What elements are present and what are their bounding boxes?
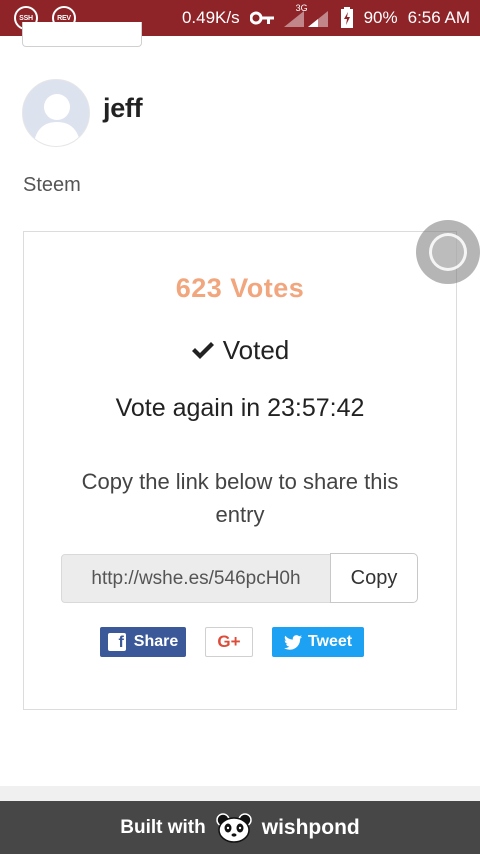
built-with-label: Built with: [120, 816, 206, 838]
tweet-label: Tweet: [307, 633, 353, 650]
vote-again-timer: Vote again in 23:57:42: [115, 394, 365, 422]
key-icon: [249, 11, 274, 25]
footer[interactable]: Built with wishpond: [0, 801, 480, 854]
copy-button[interactable]: Copy: [330, 553, 418, 603]
facebook-share-label: Share: [133, 633, 179, 650]
battery-charging-icon: [340, 7, 354, 29]
previous-button[interactable]: [22, 22, 142, 47]
twitter-share-button[interactable]: Tweet: [272, 627, 364, 657]
floating-assistive-button[interactable]: [416, 220, 480, 284]
battery-level: 90%: [363, 8, 398, 27]
assistive-touch-icon: [429, 233, 467, 271]
voted-label: Voted: [222, 335, 290, 365]
footer-separator: [0, 786, 480, 801]
twitter-bird-icon: [283, 634, 302, 650]
vote-count: 623 Votes: [175, 273, 305, 303]
share-link-field[interactable]: http://wshe.es/546pcH0h: [61, 554, 331, 603]
net-speed: 0.49K/s: [181, 8, 240, 27]
avatar[interactable]: [22, 79, 90, 147]
google-plus-label: G+: [217, 632, 241, 651]
facebook-icon: f: [107, 633, 126, 651]
google-plus-share-button[interactable]: G+: [205, 627, 253, 657]
clock: 6:56 AM: [407, 8, 470, 27]
category-label: Steem: [23, 174, 81, 196]
wishpond-brand: wishpond: [261, 815, 360, 839]
facebook-share-button[interactable]: f Share: [100, 627, 186, 657]
username: jeff: [103, 93, 143, 123]
checkmark-icon: [191, 341, 214, 359]
signal-icon: 3G: [283, 3, 330, 27]
default-avatar-icon: [23, 80, 89, 146]
copy-instructions: Copy the link below to share this entry: [81, 469, 399, 527]
voted-status: Voted: [0, 335, 480, 366]
panda-logo-icon: [215, 812, 252, 843]
